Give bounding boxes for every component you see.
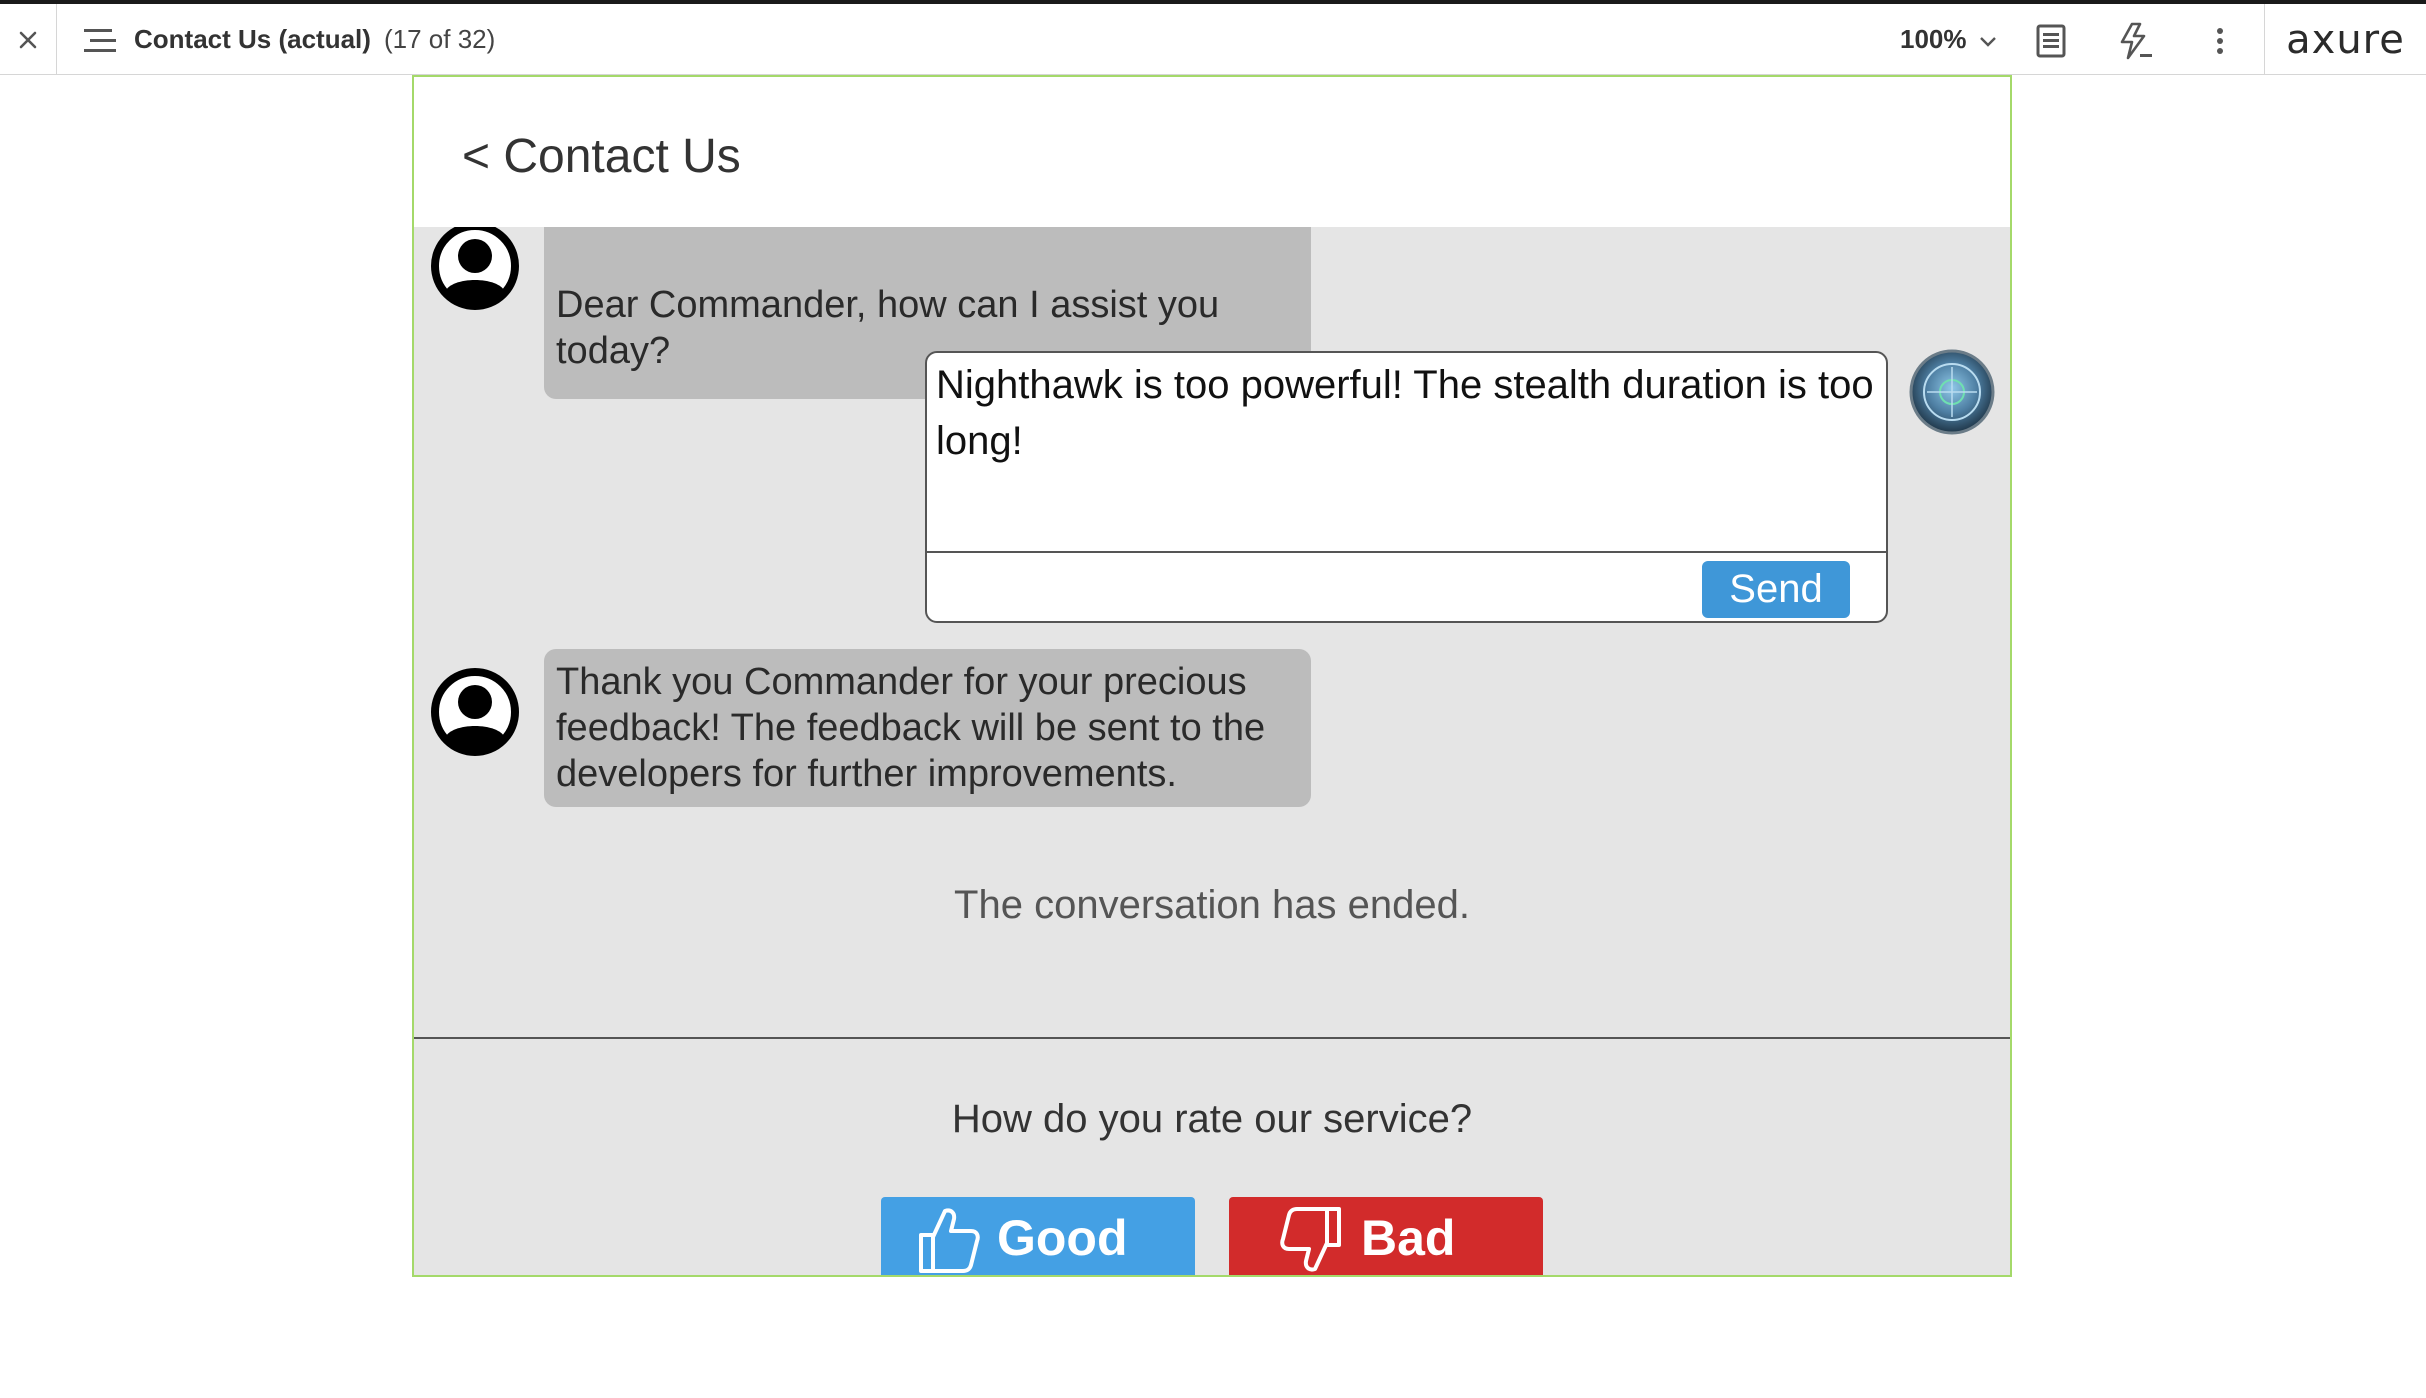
good-rating-button[interactable]: Good (881, 1197, 1195, 1275)
notes-icon[interactable] (2036, 24, 2066, 58)
reply-composer: Nighthawk is too powerful! The stealth d… (925, 351, 1888, 623)
axure-toolbar: Contact Us (actual) (17 of 32) 100% axur… (0, 0, 2426, 75)
reply-text-field[interactable]: Nighthawk is too powerful! The stealth d… (936, 357, 1876, 469)
conversation-ended-notice: The conversation has ended. (954, 883, 1470, 927)
prototype-frame: < Contact Us Dear Commander, how can I a… (412, 75, 2012, 1277)
rating-question: How do you rate our service? (951, 1097, 1473, 1141)
thumbs-up-icon (919, 1208, 980, 1273)
page-count: (17 of 32) (384, 24, 496, 54)
page-header: < Contact Us (414, 77, 2010, 227)
pages-list-icon[interactable] (82, 26, 118, 56)
bad-rating-button[interactable]: Bad (1229, 1197, 1543, 1275)
axure-logo-link[interactable]: axure (2264, 4, 2426, 75)
more-vertical-icon[interactable] (2208, 26, 2232, 56)
chevron-down-icon[interactable] (1977, 30, 1999, 52)
support-message-bubble: Thank you Commander for your precious fe… (544, 649, 1311, 807)
interactions-icon[interactable] (2118, 22, 2154, 60)
close-icon (19, 31, 37, 48)
close-button[interactable] (0, 4, 57, 75)
user-avatar-icon (1909, 349, 1995, 435)
bad-label: Bad (1361, 1210, 1456, 1266)
axure-logo: axure (2286, 16, 2405, 63)
rating-divider (414, 1037, 2010, 1039)
support-avatar-icon (431, 222, 519, 310)
thumbs-down-icon (1280, 1207, 1341, 1272)
good-label: Good (997, 1210, 1128, 1266)
zoom-select[interactable]: 100% (1900, 4, 1967, 75)
composer-divider (927, 551, 1886, 553)
support-avatar-icon (431, 668, 519, 756)
back-button[interactable]: < Contact Us (462, 129, 741, 184)
page-title: Contact Us (actual) (134, 24, 371, 54)
send-button[interactable]: Send (1702, 561, 1850, 618)
